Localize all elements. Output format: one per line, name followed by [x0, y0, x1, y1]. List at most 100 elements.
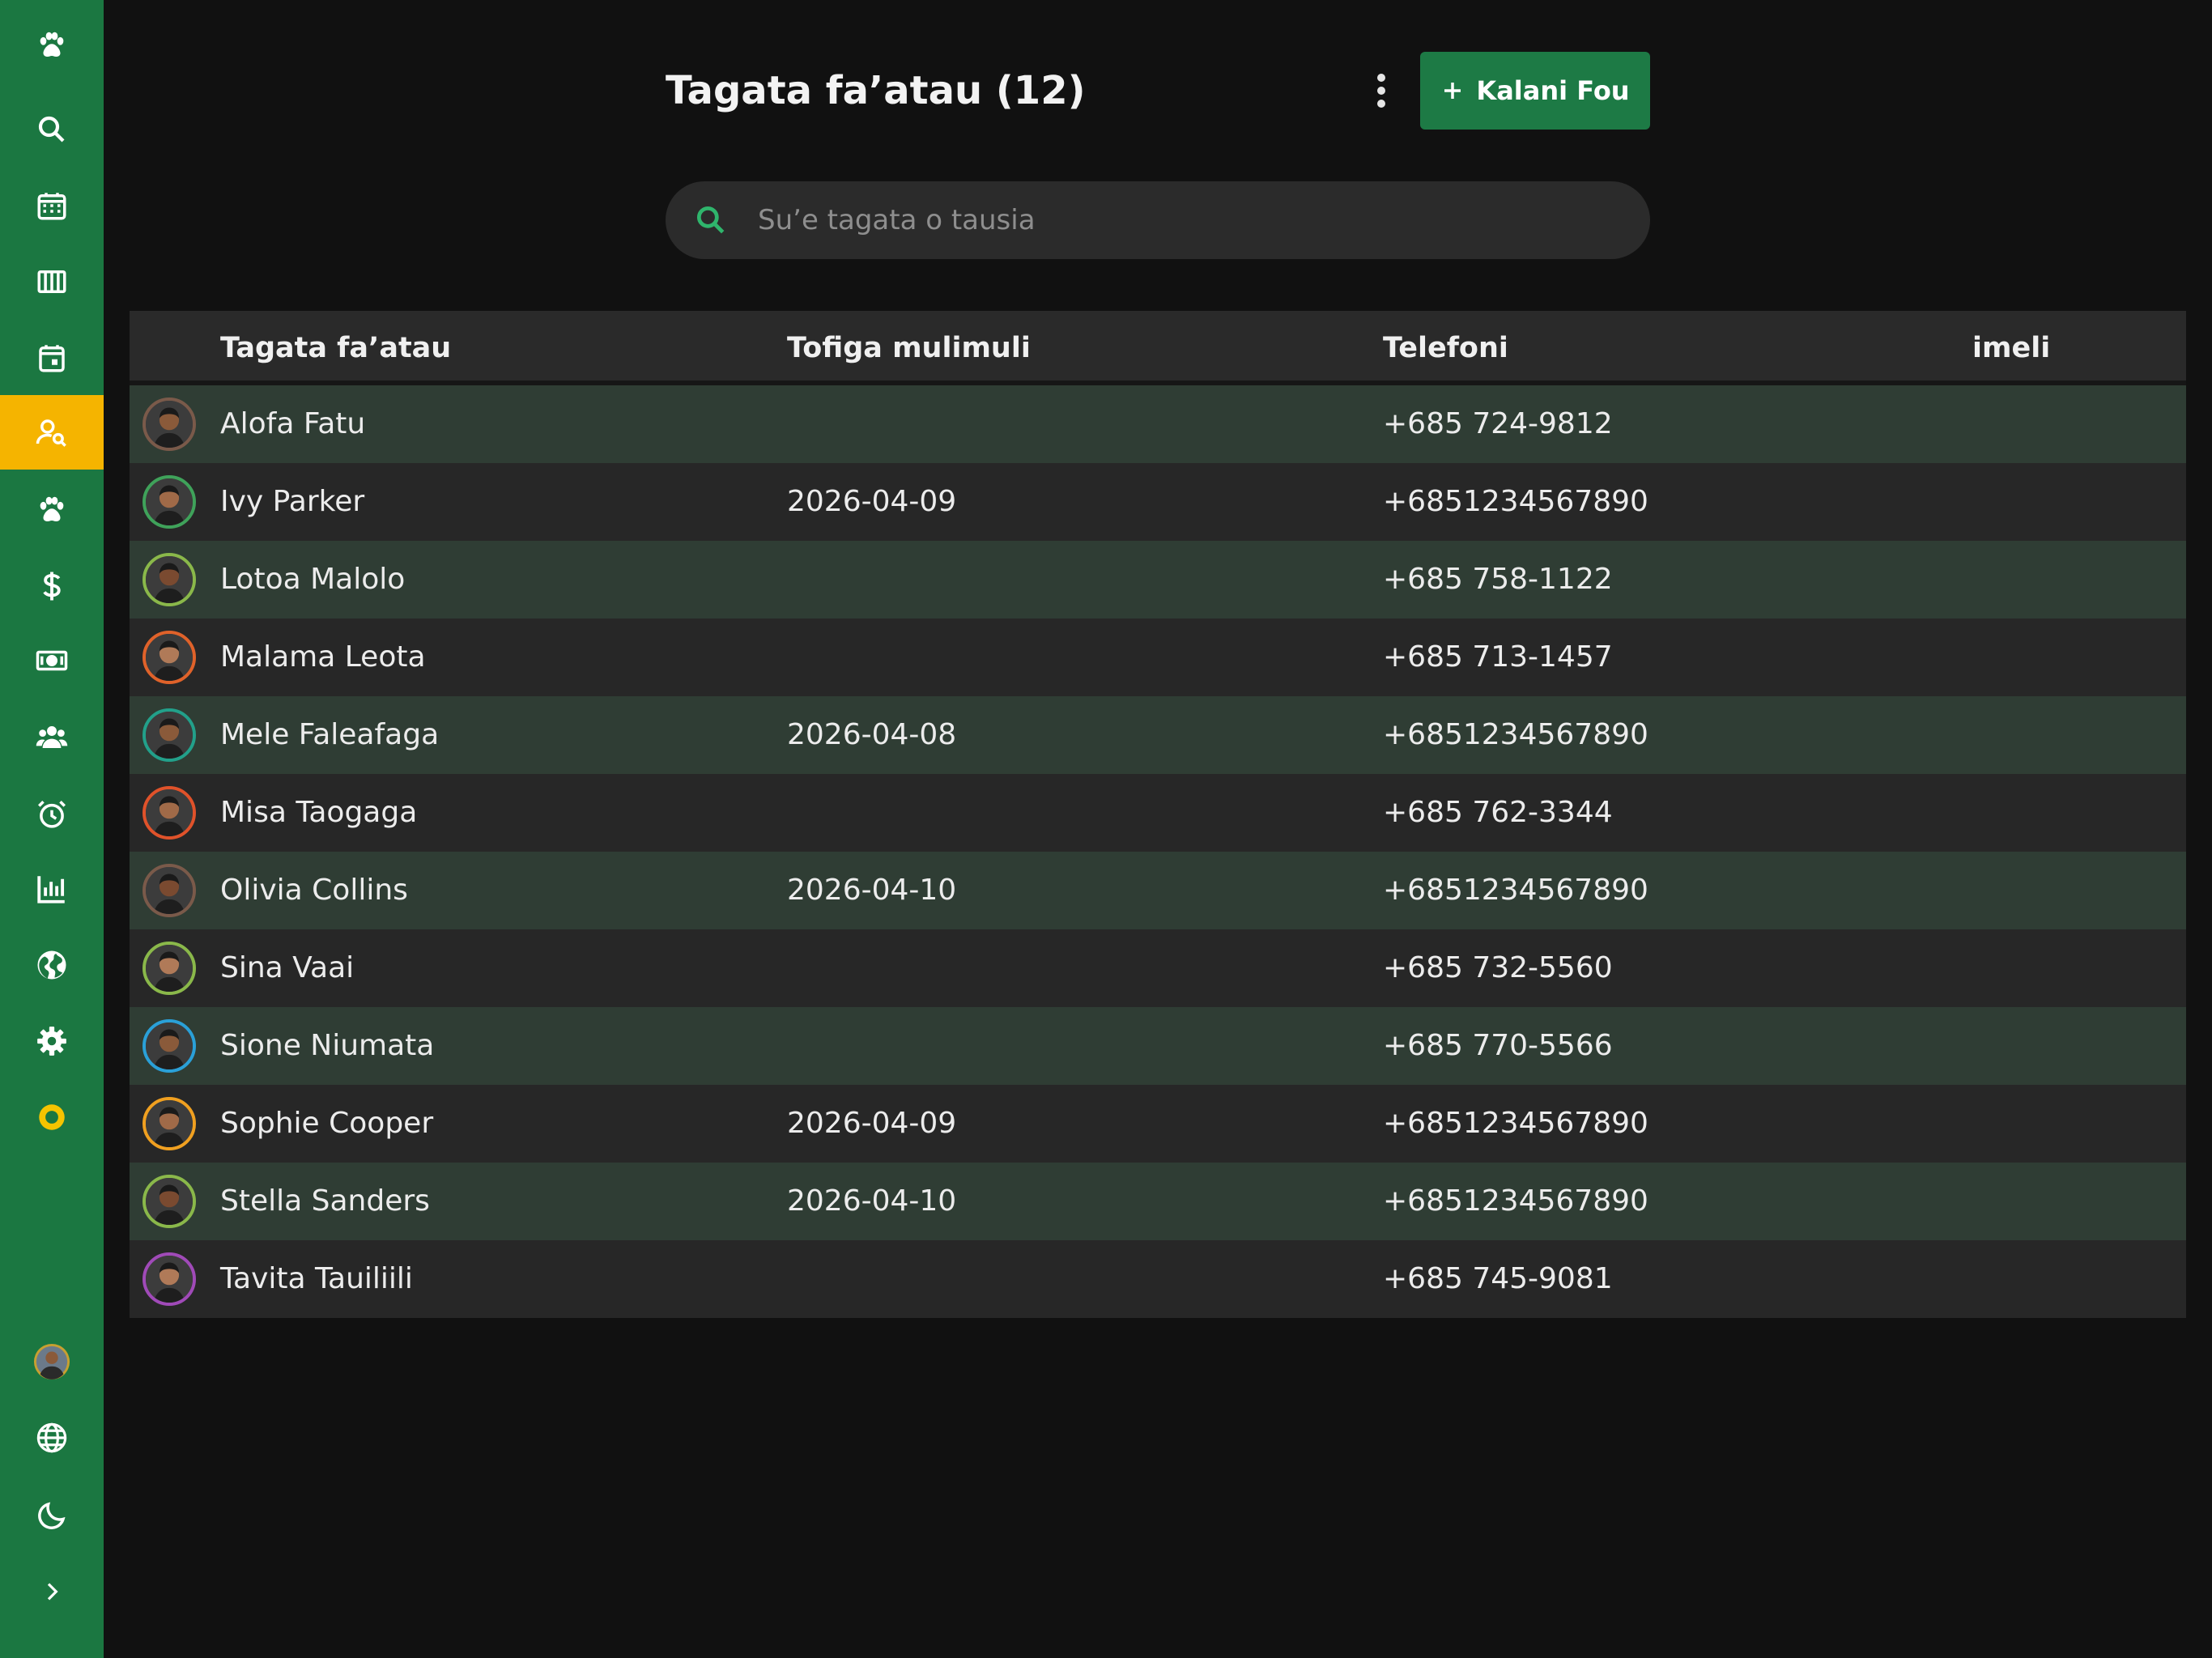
table-body: Alofa Fatu +685 724-9812 Ivy Parker 2026-04… — [130, 385, 2186, 1318]
cash-icon — [36, 650, 68, 671]
avatar — [143, 631, 196, 684]
columns-icon — [37, 270, 66, 293]
users-icon — [36, 726, 68, 748]
dollar-icon — [43, 572, 61, 601]
add-client-label: Kalani Fou — [1476, 75, 1630, 106]
avatar — [143, 1175, 196, 1228]
client-name: Sione Niumata — [220, 1029, 435, 1062]
avatar-icon — [33, 1343, 70, 1380]
column-header-email[interactable]: imeli — [1972, 311, 2050, 385]
sidebar-item-staff[interactable] — [0, 699, 104, 774]
client-name: Alofa Fatu — [220, 407, 366, 440]
sidebar-theme-toggle[interactable] — [0, 1478, 104, 1553]
phone: +685 762-3344 — [1383, 796, 1613, 829]
sidebar-item-reminders[interactable] — [0, 777, 104, 852]
sidebar-language[interactable] — [0, 1401, 104, 1475]
sidebar-item-pets[interactable] — [0, 473, 104, 547]
avatar — [143, 475, 196, 529]
client-name: Stella Sanders — [220, 1184, 430, 1218]
table-row[interactable]: Sina Vaai +685 732-5560 — [130, 929, 2186, 1007]
phone: +685 745-9081 — [1383, 1262, 1613, 1295]
table-row[interactable]: Sophie Cooper 2026-04-09 +6851234567890 — [130, 1085, 2186, 1163]
sidebar-item-board[interactable] — [0, 244, 104, 319]
search-input[interactable] — [756, 181, 1614, 259]
phone: +6851234567890 — [1383, 874, 1648, 907]
sidebar-item-status[interactable] — [0, 1080, 104, 1154]
plus-icon — [1444, 83, 1461, 99]
sidebar-item-billing[interactable] — [0, 549, 104, 623]
clients-table: Tagata fa’atau Tofiga mulimuli Telefoni … — [130, 311, 2186, 1318]
table-row[interactable]: Alofa Fatu +685 724-9812 — [130, 385, 2186, 463]
avatar — [143, 942, 196, 995]
avatar — [143, 397, 196, 451]
client-name: Lotoa Malolo — [220, 563, 406, 596]
avatar — [143, 864, 196, 917]
table-row[interactable]: Ivy Parker 2026-04-09 +6851234567890 — [130, 463, 2186, 541]
gear-icon — [37, 1027, 66, 1056]
table-row[interactable]: Stella Sanders 2026-04-10 +6851234567890 — [130, 1163, 2186, 1240]
phone: +685 758-1122 — [1383, 563, 1613, 596]
avatar — [143, 708, 196, 762]
chevron-right-icon — [47, 1583, 58, 1601]
search-bar — [666, 181, 1650, 259]
avatar — [143, 1097, 196, 1150]
sidebar-item-logo[interactable] — [0, 8, 104, 83]
client-name: Mele Faleafaga — [220, 718, 440, 751]
last-appointment: 2026-04-09 — [787, 1107, 957, 1140]
phone: +685 724-9812 — [1383, 407, 1613, 440]
search-icon — [696, 206, 725, 234]
avatar — [143, 786, 196, 840]
phone: +6851234567890 — [1383, 718, 1648, 751]
sidebar-item-payments[interactable] — [0, 623, 104, 698]
last-appointment: 2026-04-10 — [787, 1184, 957, 1218]
table-row[interactable]: Sione Niumata +685 770-5566 — [130, 1007, 2186, 1085]
sidebar-item-clients[interactable] — [0, 395, 104, 470]
globe-icon — [36, 1422, 67, 1453]
add-client-button[interactable]: Kalani Fou — [1420, 52, 1650, 130]
calendar-day-icon — [39, 345, 65, 372]
sidebar-item-calendar[interactable] — [0, 168, 104, 243]
kebab-menu-icon — [1377, 74, 1385, 108]
sidebar-item-reports[interactable] — [0, 852, 104, 926]
alarm-icon — [38, 801, 66, 828]
phone: +6851234567890 — [1383, 1184, 1648, 1218]
calendar-grid-icon — [37, 193, 66, 220]
sidebar-item-settings[interactable] — [0, 1004, 104, 1078]
client-name: Malama Leota — [220, 640, 426, 674]
client-name: Sina Vaai — [220, 951, 355, 984]
column-header-phone[interactable]: Telefoni — [1383, 311, 1508, 385]
last-appointment: 2026-04-10 — [787, 874, 957, 907]
last-appointment: 2026-04-08 — [787, 718, 957, 751]
table-row[interactable]: Mele Faleafaga 2026-04-08 +6851234567890 — [130, 696, 2186, 774]
column-header-client[interactable]: Tagata fa’atau — [220, 311, 451, 385]
moon-icon — [38, 1502, 66, 1529]
table-row[interactable]: Misa Taogaga +685 762-3344 — [130, 774, 2186, 852]
avatar — [143, 1019, 196, 1073]
user-search-icon — [36, 419, 66, 447]
sidebar-expand[interactable] — [0, 1554, 104, 1629]
phone: +685 732-5560 — [1383, 951, 1613, 984]
more-options-button[interactable] — [1362, 70, 1401, 112]
client-name: Olivia Collins — [220, 874, 408, 907]
client-name: Sophie Cooper — [220, 1107, 434, 1140]
client-name: Misa Taogaga — [220, 796, 418, 829]
sidebar-item-appointments[interactable] — [0, 321, 104, 395]
sidebar-item-search[interactable] — [0, 92, 104, 167]
client-name: Ivy Parker — [220, 485, 365, 518]
phone: +6851234567890 — [1383, 485, 1648, 518]
table-header: Tagata fa’atau Tofiga mulimuli Telefoni … — [130, 311, 2186, 385]
paw-icon — [40, 32, 64, 57]
page-title: Tagata fa’atau (12) — [666, 68, 1086, 113]
sidebar — [0, 0, 104, 1658]
ring-icon — [39, 1104, 65, 1130]
sidebar-user-avatar[interactable] — [0, 1324, 104, 1399]
table-row[interactable]: Olivia Collins 2026-04-10 +6851234567890 — [130, 852, 2186, 929]
column-header-last-appointment[interactable]: Tofiga mulimuli — [787, 311, 1031, 385]
avatar — [143, 553, 196, 606]
table-row[interactable]: Lotoa Malolo +685 758-1122 — [130, 541, 2186, 619]
sidebar-item-web[interactable] — [0, 928, 104, 1002]
table-row[interactable]: Malama Leota +685 713-1457 — [130, 619, 2186, 696]
paw-icon — [40, 496, 64, 521]
table-row[interactable]: Tavita Tauiliili +685 745-9081 — [130, 1240, 2186, 1318]
phone: +6851234567890 — [1383, 1107, 1648, 1140]
